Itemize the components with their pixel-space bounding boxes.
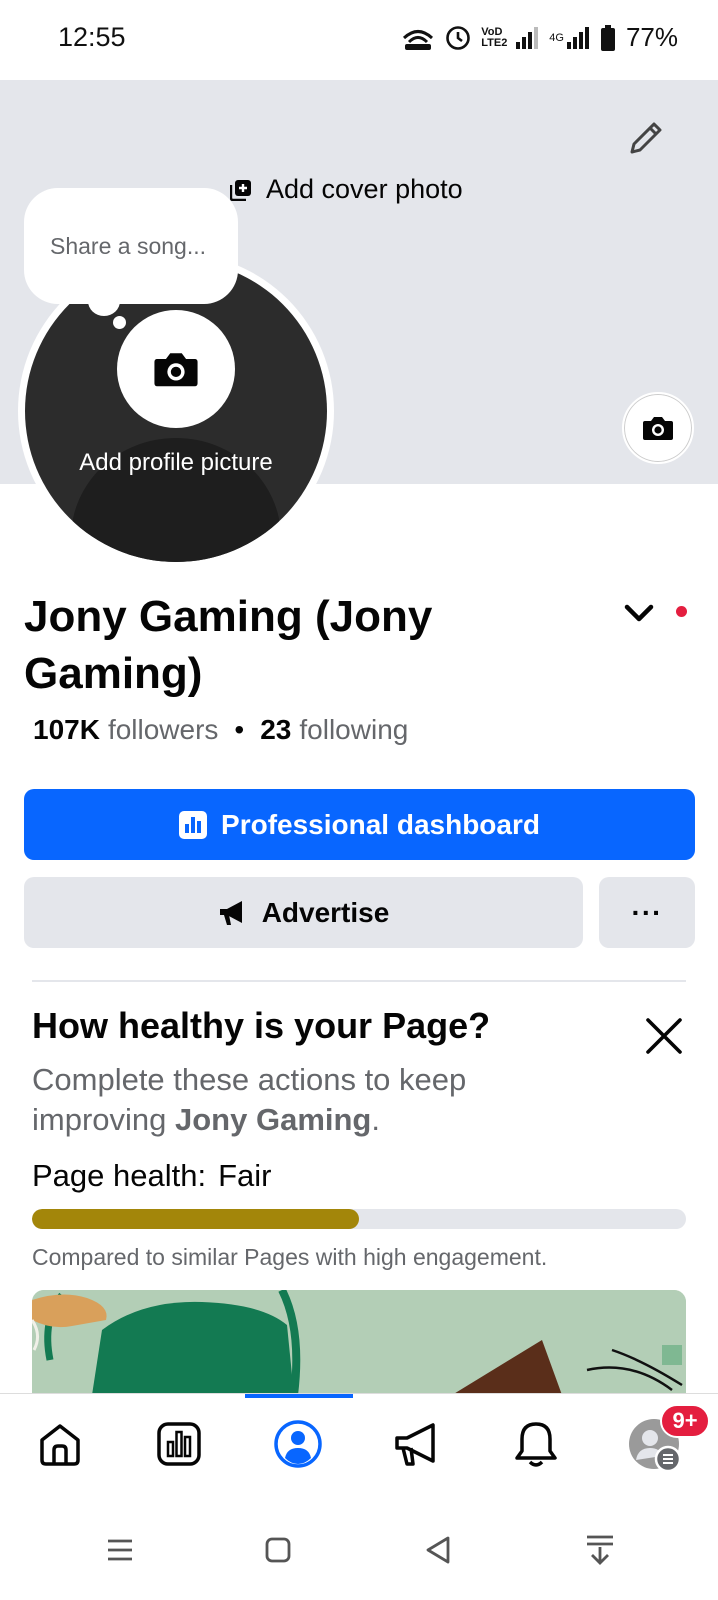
bubble-tail — [88, 286, 120, 316]
advertise-label: Advertise — [261, 896, 390, 928]
dashboard-icon[interactable] — [149, 1414, 209, 1474]
page-health-status: Page health: Fair — [32, 1158, 271, 1194]
add-photo-icon — [230, 179, 251, 201]
add-profile-picture-label: Add profile picture — [79, 449, 273, 476]
profile-camera-button[interactable] — [117, 310, 235, 428]
page-health-value: Fair — [218, 1158, 272, 1193]
status-bar: 12:55 VoD LTE2 4G 77% — [0, 0, 718, 80]
more-options-button[interactable]: ··· — [599, 877, 695, 948]
chevron-down-icon[interactable] — [622, 596, 656, 630]
followers-count[interactable]: 107K — [33, 714, 100, 746]
battery-percent: 77% — [625, 22, 678, 52]
stats-separator: • — [234, 714, 245, 745]
system-navigation-bar — [0, 1500, 718, 1600]
profile-placeholder: Add profile picture — [25, 260, 327, 562]
health-card-title: How healthy is your Page? — [32, 1005, 491, 1046]
battery-icon — [600, 24, 615, 51]
advertise-button[interactable]: Advertise — [24, 877, 583, 948]
pencil-icon[interactable] — [624, 116, 668, 160]
health-illustration — [32, 1290, 686, 1395]
back-icon[interactable] — [418, 1530, 458, 1570]
health-description: Complete these actions to keep improving… — [32, 1060, 592, 1140]
bell-icon[interactable] — [506, 1414, 566, 1474]
add-cover-label: Add cover photo — [266, 174, 463, 204]
camera-icon — [154, 353, 198, 387]
profile-icon[interactable] — [268, 1414, 328, 1474]
camera-icon — [643, 417, 673, 440]
cover-camera-button[interactable] — [622, 392, 694, 464]
notification-badge: 9+ — [660, 1404, 710, 1438]
health-desc-page-name: Jony Gaming — [175, 1102, 372, 1137]
follow-stats: 107K followers • 23 following — [33, 714, 408, 746]
megaphone-icon — [219, 900, 242, 925]
following-count[interactable]: 23 — [260, 714, 291, 746]
status-time: 12:55 — [58, 22, 126, 52]
health-progress-bar — [32, 1209, 686, 1229]
home-square-icon[interactable] — [258, 1530, 298, 1570]
section-divider — [32, 980, 686, 982]
volte-label: VoD LTE2 — [481, 25, 508, 49]
professional-dashboard-button[interactable]: Professional dashboard — [24, 789, 695, 860]
health-compare-text: Compared to similar Pages with high enga… — [32, 1244, 548, 1270]
menu-icon[interactable] — [100, 1530, 140, 1570]
bubble-tail-small — [113, 316, 126, 329]
health-desc-suffix: . — [371, 1102, 380, 1137]
notification-dot — [676, 606, 687, 617]
status-icons: VoD LTE2 4G 77% — [401, 22, 678, 53]
close-icon[interactable] — [642, 1014, 686, 1058]
followers-label[interactable]: followers — [108, 714, 218, 746]
page-title: Jony Gaming (Jony Gaming) — [24, 592, 433, 698]
bottom-tab-bar: 9+ — [0, 1393, 718, 1499]
add-cover-photo-button[interactable]: Add cover photo — [230, 174, 463, 205]
share-song-label: Share a song... — [50, 232, 206, 259]
notification-pull-icon[interactable] — [580, 1530, 620, 1570]
hotspot-icon — [403, 29, 434, 50]
watering-can-illustration — [32, 1290, 686, 1395]
page-health-label: Page health: — [32, 1158, 207, 1193]
home-icon[interactable] — [30, 1414, 90, 1474]
dashboard-icon — [179, 810, 208, 839]
signal-icon-2 — [566, 26, 589, 49]
health-progress-fill — [32, 1209, 359, 1229]
active-tab-indicator — [245, 1394, 353, 1398]
signal-icon — [516, 26, 539, 49]
dashboard-label: Professional dashboard — [221, 808, 540, 840]
more-label: ··· — [631, 896, 663, 928]
following-label[interactable]: following — [299, 714, 408, 746]
share-song-bubble[interactable]: Share a song... — [24, 188, 238, 304]
megaphone-icon[interactable] — [388, 1414, 448, 1474]
network-label: 4G — [549, 31, 564, 44]
alarm-icon — [446, 25, 471, 50]
